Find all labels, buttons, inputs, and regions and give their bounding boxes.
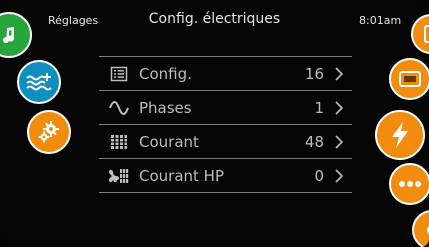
menu-item-courant[interactable]: Courant 48 <box>99 125 352 159</box>
clock: 8:01am <box>359 14 402 27</box>
list-icon <box>99 66 139 82</box>
phone-icon <box>423 24 429 44</box>
water-heat-button[interactable] <box>17 60 61 104</box>
chevron-right-icon <box>332 66 346 82</box>
menu-item-label: Config. <box>139 64 192 83</box>
chevron-right-icon <box>332 100 346 116</box>
menu-item-phases[interactable]: Phases 1 <box>99 91 352 125</box>
water-heat-icon <box>25 70 53 94</box>
menu-item-label: Phases <box>139 98 192 117</box>
more-button[interactable] <box>389 163 429 205</box>
partial-button[interactable] <box>412 210 429 247</box>
menu-item-label: Courant HP <box>139 166 224 185</box>
more-icon <box>398 180 422 188</box>
menu-item-value: 0 <box>314 166 324 185</box>
gears-icon <box>36 119 62 145</box>
current-bars-icon <box>99 134 139 150</box>
menu-item-value: 1 <box>314 98 324 117</box>
lightning-icon <box>387 120 413 150</box>
menu-item-value: 16 <box>304 64 324 83</box>
display-icon <box>398 70 422 88</box>
menu-item-label: Courant <box>139 132 199 151</box>
sine-wave-icon <box>99 100 139 116</box>
screen: Réglages Config. électriques 8:01am Conf… <box>0 0 429 247</box>
settings-menu: Config. 16 Phases 1 Courant 48 Courant H… <box>99 56 352 193</box>
menu-item-courant-hp[interactable]: Courant HP 0 <box>99 159 352 193</box>
chevron-right-icon <box>332 168 346 184</box>
menu-item-config[interactable]: Config. 16 <box>99 57 352 91</box>
menu-item-value: 48 <box>304 132 324 151</box>
display-button[interactable] <box>389 58 429 100</box>
music-note-icon <box>0 24 20 46</box>
settings-button[interactable] <box>27 110 71 154</box>
chevron-right-icon <box>332 134 346 150</box>
fan-current-icon <box>99 168 139 184</box>
electrical-button[interactable] <box>375 110 425 160</box>
